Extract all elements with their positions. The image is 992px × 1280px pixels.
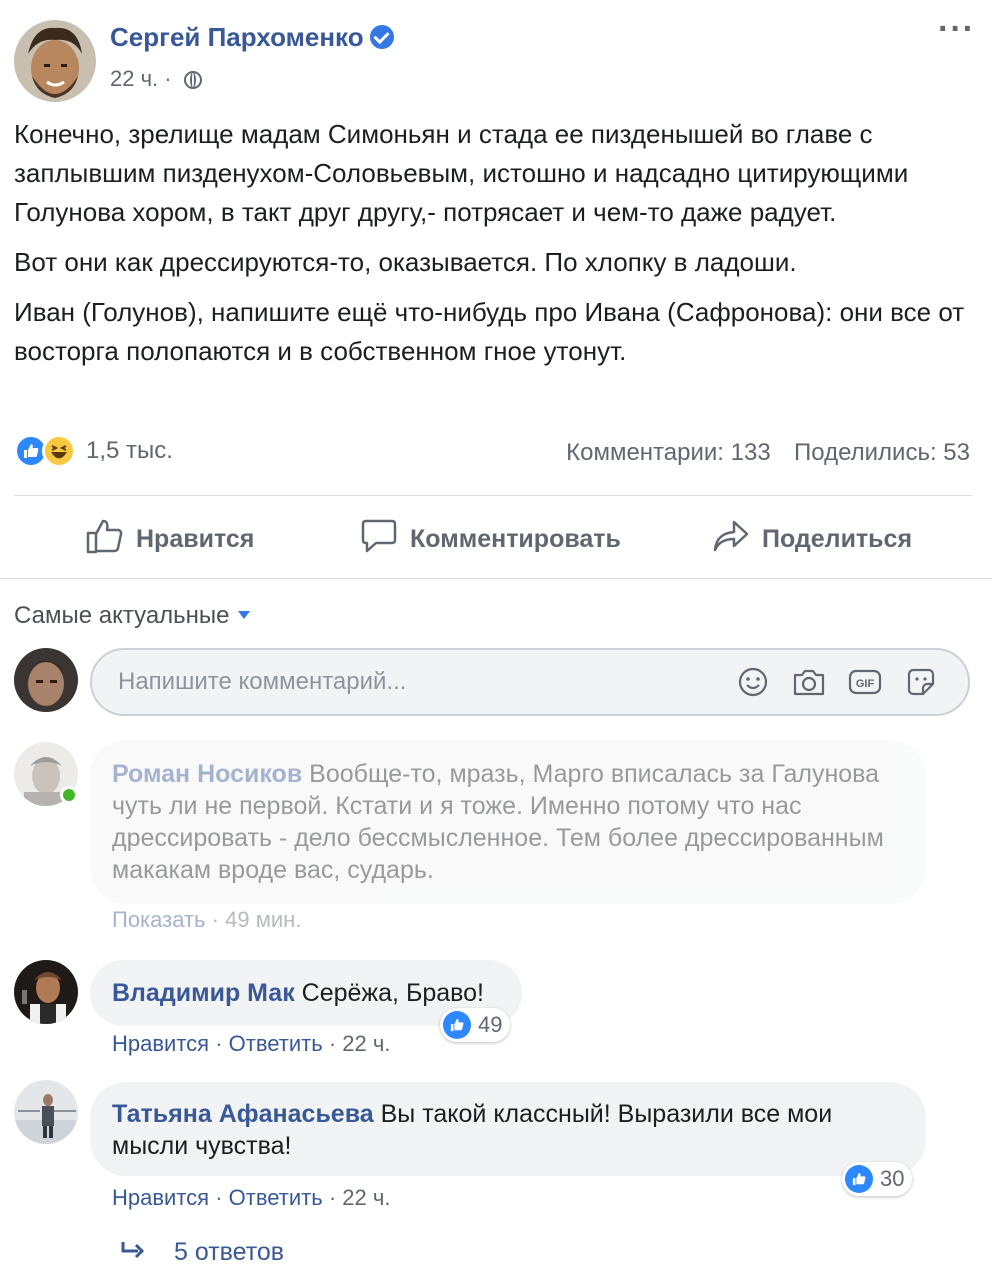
comment-author[interactable]: Татьяна Афанасьева xyxy=(112,1100,374,1128)
meta-dot: · xyxy=(328,1185,337,1210)
view-replies-link[interactable]: 5 ответов xyxy=(120,1238,284,1267)
like-reaction-icon xyxy=(443,1011,471,1039)
gif-icon[interactable]: GIF xyxy=(848,665,882,699)
caret-down-icon xyxy=(237,611,250,619)
commenter-avatar[interactable] xyxy=(14,1080,78,1144)
current-user-avatar[interactable] xyxy=(14,648,78,712)
comment-icon xyxy=(360,518,398,561)
commenter-avatar[interactable] xyxy=(14,960,78,1024)
emoji-icon[interactable] xyxy=(736,665,770,699)
replies-count-label: 5 ответов xyxy=(174,1238,285,1266)
comment-like-link[interactable]: Нравится xyxy=(112,1031,209,1056)
reaction-count: 30 xyxy=(880,1166,905,1191)
author-avatar[interactable] xyxy=(14,20,96,102)
reactions-count[interactable]: 1,5 тыс. xyxy=(86,437,173,465)
sticker-icon[interactable] xyxy=(904,665,938,699)
shares-count[interactable]: Поделились: 53 xyxy=(794,439,970,466)
comments-count[interactable]: Комментарии: 133 xyxy=(566,439,771,466)
comment-time[interactable]: 49 мин. xyxy=(225,907,301,932)
like-reaction-icon xyxy=(845,1165,873,1193)
comment-meta: Нравится · Ответить · 22 ч. xyxy=(112,1031,390,1057)
online-status-indicator xyxy=(60,786,78,804)
post-paragraph: Конечно, зрелище мадам Симоньян и стада … xyxy=(14,119,909,227)
meta-dot: · xyxy=(328,1031,337,1056)
divider xyxy=(14,495,972,496)
meta-dot: · xyxy=(211,907,219,932)
share-label: Поделиться xyxy=(762,525,913,553)
comment-meta: Нравится · Ответить · 22 ч. xyxy=(112,1185,390,1211)
comment-time[interactable]: 22 ч. xyxy=(342,1031,390,1056)
reactions-summary[interactable]: 1,5 тыс. xyxy=(14,434,173,468)
comment-meta: Показать · 49 мин. xyxy=(112,907,301,933)
post-stats: Комментарии: 133 Поделились: 53 xyxy=(566,439,970,467)
post-paragraph: Иван (Голунов), напишите ещё что-нибудь … xyxy=(14,297,965,366)
comment-button[interactable]: Комментировать xyxy=(360,518,621,561)
reaction-count: 49 xyxy=(478,1012,503,1037)
comment-reply-link[interactable]: Ответить xyxy=(229,1031,323,1056)
input-tools: GIF xyxy=(736,665,938,699)
post-body: Конечно, зрелище мадам Симоньян и стада … xyxy=(14,115,976,382)
verified-badge-icon xyxy=(369,25,394,49)
comment-text: Роман Носиков Вообще-то, мразь, Марго вп… xyxy=(112,758,902,886)
svg-text:GIF: GIF xyxy=(856,678,875,690)
meta-dot: · xyxy=(215,1185,223,1210)
post-meta: 22 ч. · xyxy=(110,66,202,92)
comment-reaction-count[interactable]: 49 xyxy=(440,1008,511,1042)
comment-author[interactable]: Владимир Мак xyxy=(112,979,295,1007)
divider xyxy=(0,578,992,579)
show-comment-link[interactable]: Показать xyxy=(112,907,206,932)
comment-body: Серёжа, Браво! xyxy=(301,979,485,1007)
meta-separator: · xyxy=(164,66,172,91)
comment-reply-link[interactable]: Ответить xyxy=(229,1185,323,1210)
thumbs-up-icon xyxy=(86,518,124,561)
more-options-icon[interactable]: ··· xyxy=(938,10,975,49)
comment-author[interactable]: Роман Носиков xyxy=(112,760,302,788)
comment-label: Комментировать xyxy=(410,525,621,553)
like-button[interactable]: Нравится xyxy=(86,518,254,561)
comment-like-link[interactable]: Нравится xyxy=(112,1185,209,1210)
comment-time[interactable]: 22 ч. xyxy=(342,1185,390,1210)
share-button[interactable]: Поделиться xyxy=(712,518,912,561)
globe-icon xyxy=(183,71,202,89)
post-time[interactable]: 22 ч. xyxy=(110,66,158,91)
comment-sort-dropdown[interactable]: Самые актуальные xyxy=(14,602,250,630)
post-paragraph: Вот они как дрессируются-то, оказывается… xyxy=(14,247,797,277)
post-author-name[interactable]: Сергей Пархоменко xyxy=(110,22,394,53)
camera-icon[interactable] xyxy=(792,665,826,699)
comment-reaction-count[interactable]: 30 xyxy=(842,1162,913,1196)
reply-arrow-icon xyxy=(120,1238,146,1267)
comment-input-placeholder: Напишите комментарий... xyxy=(118,668,407,695)
comment-text: Владимир Мак Серёжа, Браво! xyxy=(112,977,484,1009)
comment-text: Татьяна Афанасьева Вы такой классный! Вы… xyxy=(112,1098,892,1162)
like-label: Нравится xyxy=(136,525,255,553)
share-arrow-icon xyxy=(712,518,750,561)
meta-dot: · xyxy=(215,1031,223,1056)
haha-reaction-icon xyxy=(42,434,76,468)
